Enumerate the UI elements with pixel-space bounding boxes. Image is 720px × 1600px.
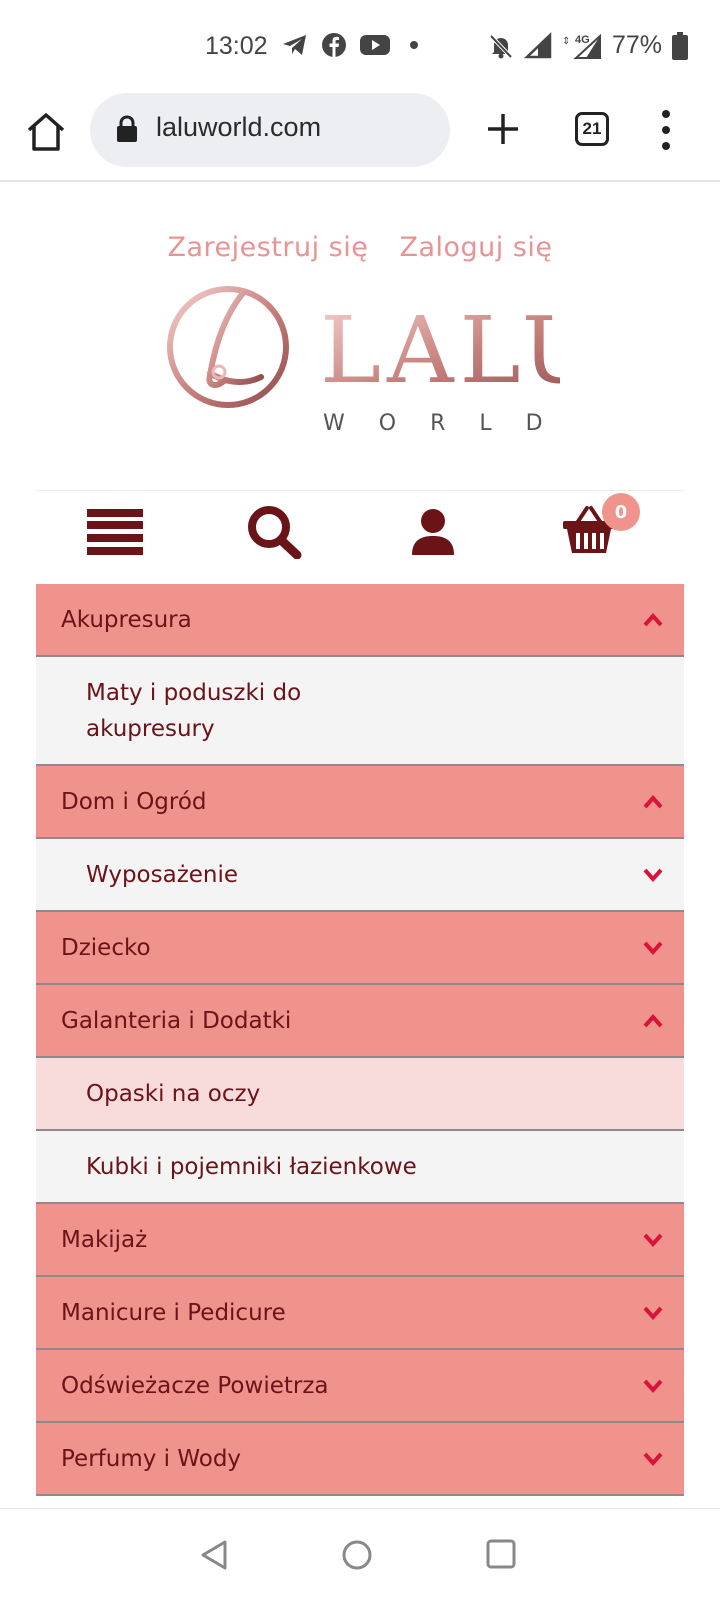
url-bar[interactable]: laluworld.com [90,93,450,167]
system-navigation-bar [0,1508,720,1600]
4g-signal-icon: ⇕ 4G [562,33,601,59]
url-text: laluworld.com [156,112,322,142]
chevron-down-icon[interactable] [642,1449,664,1469]
youtube-icon [360,35,390,55]
menu-item-label: Manicure i Pedicure [61,1299,286,1326]
chevron-down-icon[interactable] [642,938,664,958]
status-bar: 13:02 R ⇕ 4G 77% [0,0,720,90]
hamburger-menu-icon[interactable] [87,509,143,555]
chevron-up-icon[interactable] [642,792,664,812]
auth-links: Zarejestruj się Zaloguj się [0,232,720,263]
logo-sub-text: WORLD [323,411,560,436]
menu-item-label-line2: akupresury [86,715,215,742]
login-link[interactable]: Zaloguj się [399,232,552,263]
svg-text:R: R [539,50,546,60]
browser-menu-icon[interactable] [658,110,674,150]
menu-item-galanteria-i-dodatki[interactable]: Galanteria i Dodatki [36,985,684,1058]
menu-item-kubki-i-pojemniki[interactable]: Kubki i pojemniki łazienkowe [36,1131,684,1204]
battery-percent: 77% [612,31,663,59]
new-tab-icon[interactable] [486,112,520,146]
svg-text:4G: 4G [575,34,590,46]
menu-item-wyposazenie[interactable]: Wyposażenie [36,839,684,912]
tab-count: 21 [582,119,602,138]
menu-item-label: Dom i Ogród [61,788,207,815]
status-time: 13:02 [205,32,268,60]
chevron-down-icon[interactable] [642,1376,664,1396]
menu-item-label: Dziecko [61,934,151,961]
recents-icon[interactable] [486,1539,516,1569]
svg-text:⇕: ⇕ [562,36,570,47]
menu-item-label: Wyposażenie [86,861,239,888]
telegram-icon [283,35,306,55]
menu-item-label: Galanteria i Dodatki [61,1007,292,1034]
back-icon[interactable] [199,1539,229,1571]
menu-item-label: Kubki i pojemniki łazienkowe [86,1153,417,1180]
chevron-down-icon[interactable] [642,1303,664,1323]
menu-item-label: Makijaż [61,1226,148,1253]
category-menu: Akupresura Maty i poduszki do akupresury… [36,584,684,1496]
shop-icon-bar: 0 [36,490,684,574]
menu-item-manicure-i-pedicure[interactable]: Manicure i Pedicure [36,1277,684,1350]
cart-count: 0 [614,501,628,523]
menu-item-odswiezacze-powietrza[interactable]: Odświeżacze Powietrza [36,1350,684,1423]
menu-item-label: Maty i poduszki do [86,679,302,706]
lock-icon [117,115,137,142]
menu-item-label: Odświeżacze Powietrza [61,1372,329,1399]
menu-item-opaski-na-oczy[interactable]: Opaski na oczy [36,1058,684,1131]
chevron-up-icon[interactable] [642,1011,664,1031]
dot-icon [410,41,418,49]
menu-item-makijaz[interactable]: Makijaż [36,1204,684,1277]
search-icon[interactable] [246,505,302,559]
browser-toolbar: laluworld.com 21 [0,90,720,182]
menu-item-dom-i-ogrod[interactable]: Dom i Ogród [36,766,684,839]
register-link[interactable]: Zarejestruj się [167,232,368,263]
home-icon[interactable] [24,110,68,154]
menu-item-label: Perfumy i Wody [61,1445,242,1472]
logo-main-text: LALU [320,297,560,404]
home-circle-icon[interactable] [341,1539,373,1571]
chevron-down-icon[interactable] [642,1230,664,1250]
signal-icon: R [524,31,552,60]
battery-icon [672,31,689,60]
menu-item-akupresura[interactable]: Akupresura [36,584,684,657]
facebook-icon [322,33,346,57]
cart-count-badge: 0 [602,493,640,531]
menu-item-perfumy-i-wody[interactable]: Perfumy i Wody [36,1423,684,1496]
user-account-icon[interactable] [410,509,456,557]
chevron-up-icon[interactable] [642,610,664,630]
lalu-world-logo[interactable]: LALU WORLD [165,285,560,445]
tab-switcher-button[interactable]: 21 [575,112,609,146]
menu-item-dziecko[interactable]: Dziecko [36,912,684,985]
menu-item-maty-i-poduszki[interactable]: Maty i poduszki do akupresury [36,657,684,766]
menu-item-label: Akupresura [61,606,192,633]
chevron-down-icon[interactable] [642,865,664,885]
menu-item-label: Opaski na oczy [86,1080,261,1107]
muted-bell-icon [489,34,513,58]
